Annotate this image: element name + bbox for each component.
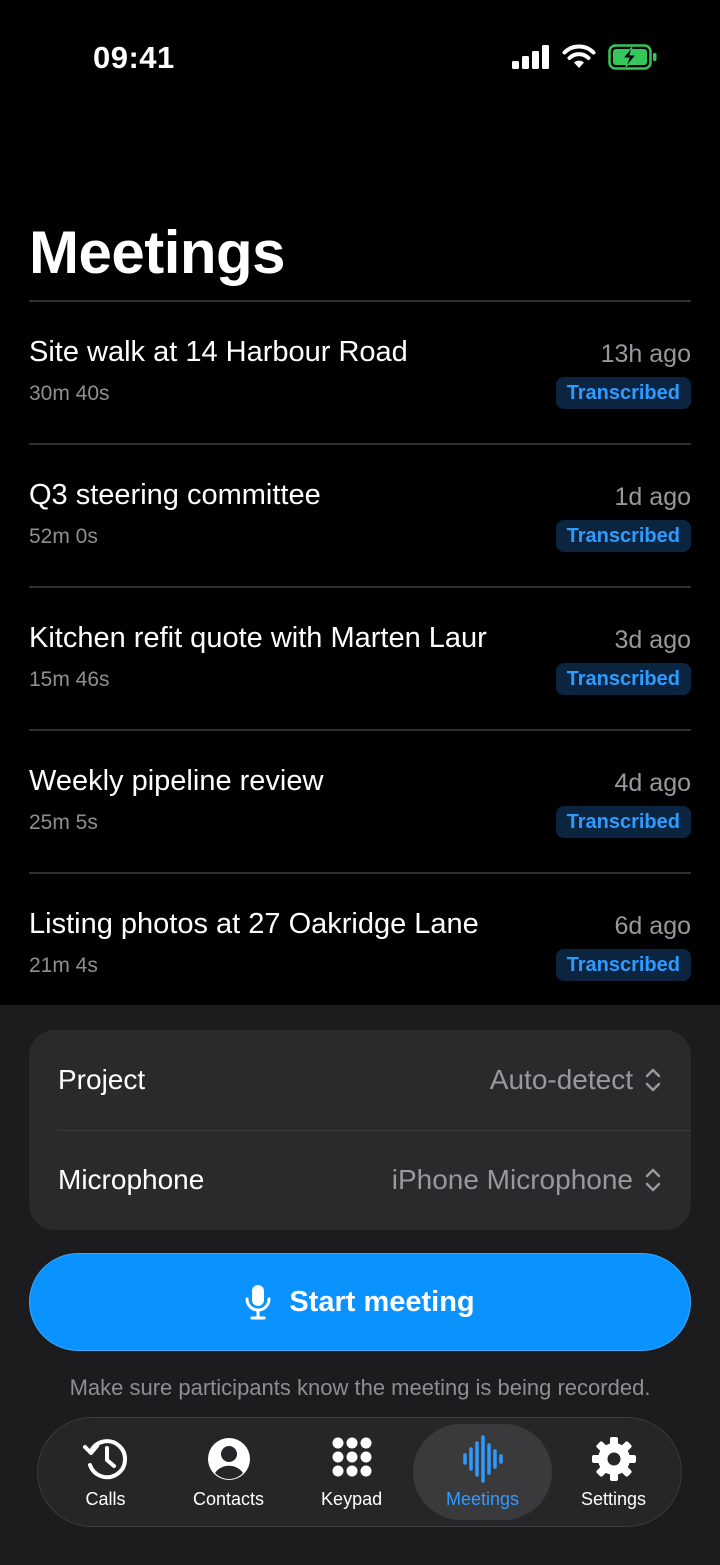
- clock-history-icon: [82, 1438, 127, 1479]
- transcribed-badge: Transcribed: [555, 663, 691, 695]
- meetings-screen: 09:41 Meetings Site walk at 14 Harbour R…: [0, 0, 720, 1565]
- chevron-up-down-icon: [645, 1168, 661, 1192]
- meeting-duration: 15m 46s: [29, 668, 110, 691]
- keypad-grid-icon: [332, 1437, 372, 1476]
- meeting-duration: 25m 5s: [29, 811, 98, 834]
- tab-bar: Calls Contacts Keypad Meetings Settings: [37, 1417, 682, 1527]
- recording-panel: Project Auto-detect Microphone iPhone Mi…: [0, 1005, 720, 1565]
- page-title: Meetings: [29, 219, 286, 286]
- meeting-title: Weekly pipeline review: [29, 765, 324, 797]
- tab-keypad[interactable]: Keypad: [290, 1424, 413, 1520]
- tab-label: Settings: [580, 1488, 647, 1509]
- recording-disclaimer: Make sure participants know the meeting …: [69, 1375, 651, 1400]
- tab-contacts[interactable]: Contacts: [167, 1424, 290, 1520]
- start-meeting-label: Start meeting: [289, 1285, 475, 1318]
- chevron-up-down-icon: [645, 1068, 661, 1092]
- tab-settings[interactable]: Settings: [552, 1424, 675, 1520]
- transcribed-badge: Transcribed: [555, 520, 691, 552]
- meeting-list: Site walk at 14 Harbour Road 30m 40s 13h…: [29, 302, 691, 1017]
- cellular-signal-icon: [512, 45, 549, 69]
- meeting-title: Q3 steering committee: [29, 479, 321, 511]
- microphone-value: iPhone Microphone: [391, 1164, 633, 1195]
- microphone-label: Microphone: [58, 1164, 205, 1195]
- meeting-row[interactable]: Listing photos at 27 Oakridge Lane 21m 4…: [29, 874, 691, 1017]
- meeting-time-ago: 13h ago: [600, 340, 691, 368]
- meeting-title: Listing photos at 27 Oakridge Lane: [29, 908, 479, 940]
- status-time: 09:41: [93, 40, 175, 75]
- project-picker[interactable]: Project Auto-detect: [29, 1030, 691, 1130]
- transcribed-badge: Transcribed: [555, 949, 691, 981]
- waveform-icon: [462, 1434, 503, 1483]
- microphone-picker[interactable]: Microphone iPhone Microphone: [29, 1130, 691, 1230]
- start-meeting-button[interactable]: Start meeting: [29, 1253, 691, 1351]
- status-bar: 09:41: [0, 0, 720, 110]
- meeting-title: Site walk at 14 Harbour Road: [29, 336, 408, 368]
- tab-calls[interactable]: Calls: [44, 1424, 167, 1520]
- meeting-row[interactable]: Q3 steering committee 52m 0s 1d ago Tran…: [29, 445, 691, 588]
- tab-meetings[interactable]: Meetings: [413, 1424, 552, 1520]
- tab-label: Keypad: [321, 1488, 383, 1509]
- meeting-time-ago: 3d ago: [614, 626, 691, 654]
- meeting-duration: 52m 0s: [29, 525, 98, 548]
- gear-icon: [591, 1436, 636, 1481]
- meeting-time-ago: 4d ago: [614, 769, 691, 797]
- tab-label: Meetings: [446, 1488, 520, 1509]
- tab-label: Calls: [85, 1488, 126, 1509]
- meeting-time-ago: 1d ago: [614, 483, 691, 511]
- meeting-row[interactable]: Kitchen refit quote with Marten Laur 15m…: [29, 588, 691, 731]
- wifi-icon: [562, 44, 596, 68]
- project-value: Auto-detect: [489, 1064, 633, 1095]
- project-label: Project: [58, 1064, 146, 1095]
- microphone-icon: [245, 1285, 271, 1320]
- meeting-duration: 30m 40s: [29, 382, 110, 405]
- transcribed-badge: Transcribed: [555, 806, 691, 838]
- meeting-title: Kitchen refit quote with Marten Laur: [29, 622, 487, 654]
- meeting-time-ago: 6d ago: [614, 912, 691, 940]
- transcribed-badge: Transcribed: [555, 377, 691, 409]
- tab-label: Contacts: [193, 1488, 265, 1509]
- meeting-row[interactable]: Site walk at 14 Harbour Road 30m 40s 13h…: [29, 302, 691, 445]
- battery-charging-icon: [608, 44, 657, 70]
- status-icons: [512, 44, 658, 70]
- meeting-row[interactable]: Weekly pipeline review 25m 5s 4d ago Tra…: [29, 731, 691, 874]
- recording-settings-card: Project Auto-detect Microphone iPhone Mi…: [29, 1030, 691, 1230]
- person-circle-icon: [207, 1437, 250, 1480]
- meeting-duration: 21m 4s: [29, 954, 98, 977]
